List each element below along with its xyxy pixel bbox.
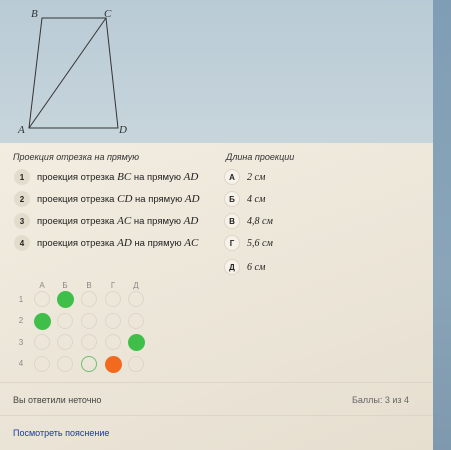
grid-row-label: 4 [18,359,24,368]
task-row-2: 2 проекция отрезка CD на прямую AD [14,190,200,208]
grid-cell-4-Д[interactable] [128,356,144,372]
answer-option-g: Г 5,6 см [224,234,273,252]
vertex-b-label: B [31,8,38,20]
grid-cell-1-Г[interactable] [105,291,121,307]
grid-cell-3-Д[interactable] [128,334,145,351]
grid-cell-1-В[interactable] [81,291,97,307]
grid-cell-2-В[interactable] [81,313,97,329]
answer-value: 5,6 см [247,237,273,249]
show-explanation-link[interactable]: Посмотреть пояснение [13,428,109,438]
answer-letter: А [224,169,240,185]
grid-cell-4-А[interactable] [34,356,50,372]
row-text: проекция отрезка AC на прямую AD [37,215,199,227]
grid-row-label: 3 [18,338,24,347]
grid-cell-3-В[interactable] [81,334,97,350]
grid-cell-3-А[interactable] [34,334,50,350]
grid-cell-2-Г[interactable] [105,313,121,329]
grid-cell-2-А[interactable] [34,313,51,330]
answer-value: 2 см [247,171,266,183]
answer-option-a: А 2 см [224,168,265,186]
grid-cell-1-А[interactable] [34,291,50,307]
trapezoid-diagram [28,17,119,129]
task-panel: Проекция отрезка на прямую Длина проекци… [0,143,433,450]
answer-value: 4,8 см [247,215,273,227]
grid-cell-4-В[interactable] [81,356,97,372]
grid-cell-3-Б[interactable] [57,334,73,350]
answer-option-v: В 4,8 см [224,212,273,230]
result-text: Вы ответили неточно [13,395,102,405]
grid-cell-1-Д[interactable] [128,291,144,307]
grid-col-header: Б [62,281,68,290]
vertex-a-label: A [18,124,25,136]
left-column-header: Проекция отрезка на прямую [13,152,139,162]
answer-value: 4 см [247,193,266,205]
answer-option-d: Д 6 см [224,258,265,276]
grid-cell-4-Б[interactable] [57,356,73,372]
row-number: 2 [14,191,30,207]
grid-cell-4-Г[interactable] [105,356,122,373]
task-row-3: 3 проекция отрезка AC на прямую AD [14,212,198,230]
grid-col-header: Г [110,281,116,290]
grid-col-header: А [39,281,45,290]
row-number: 3 [14,213,30,229]
grid-col-header: Д [133,281,139,290]
grid-cell-2-Д[interactable] [128,313,144,329]
row-text: проекция отрезка AD на прямую AC [37,237,199,249]
answer-letter: Б [224,191,240,207]
task-row-1: 1 проекция отрезка BC на прямую AD [14,168,198,186]
row-text: проекция отрезка CD на прямую AD [37,193,200,205]
grid-cell-2-Б[interactable] [57,313,73,329]
answer-value: 6 см [247,261,266,273]
vertex-d-label: D [119,124,127,136]
grid-cell-3-Г[interactable] [105,334,121,350]
divider [0,382,433,383]
vertex-c-label: C [104,8,112,20]
right-column-header: Длина проекции [226,152,295,162]
grid-row-label: 1 [18,295,24,304]
trapezoid-figure: B C A D [0,0,451,143]
row-number: 1 [14,169,30,185]
row-number: 4 [14,235,30,251]
divider [0,415,433,416]
task-row-4: 4 проекция отрезка AD на прямую AC [14,234,198,252]
grid-col-header: В [86,281,92,290]
grid-row-label: 2 [18,316,24,325]
answer-option-b: Б 4 см [224,190,265,208]
grid-cell-1-Б[interactable] [57,291,74,308]
score-text: Баллы: 3 из 4 [351,395,409,405]
answer-letter: Г [224,235,240,251]
trapezoid-outline [28,17,119,129]
answer-letter: Д [224,259,240,275]
answer-letter: В [224,213,240,229]
row-text: проекция отрезка BC на прямую AD [37,171,199,183]
